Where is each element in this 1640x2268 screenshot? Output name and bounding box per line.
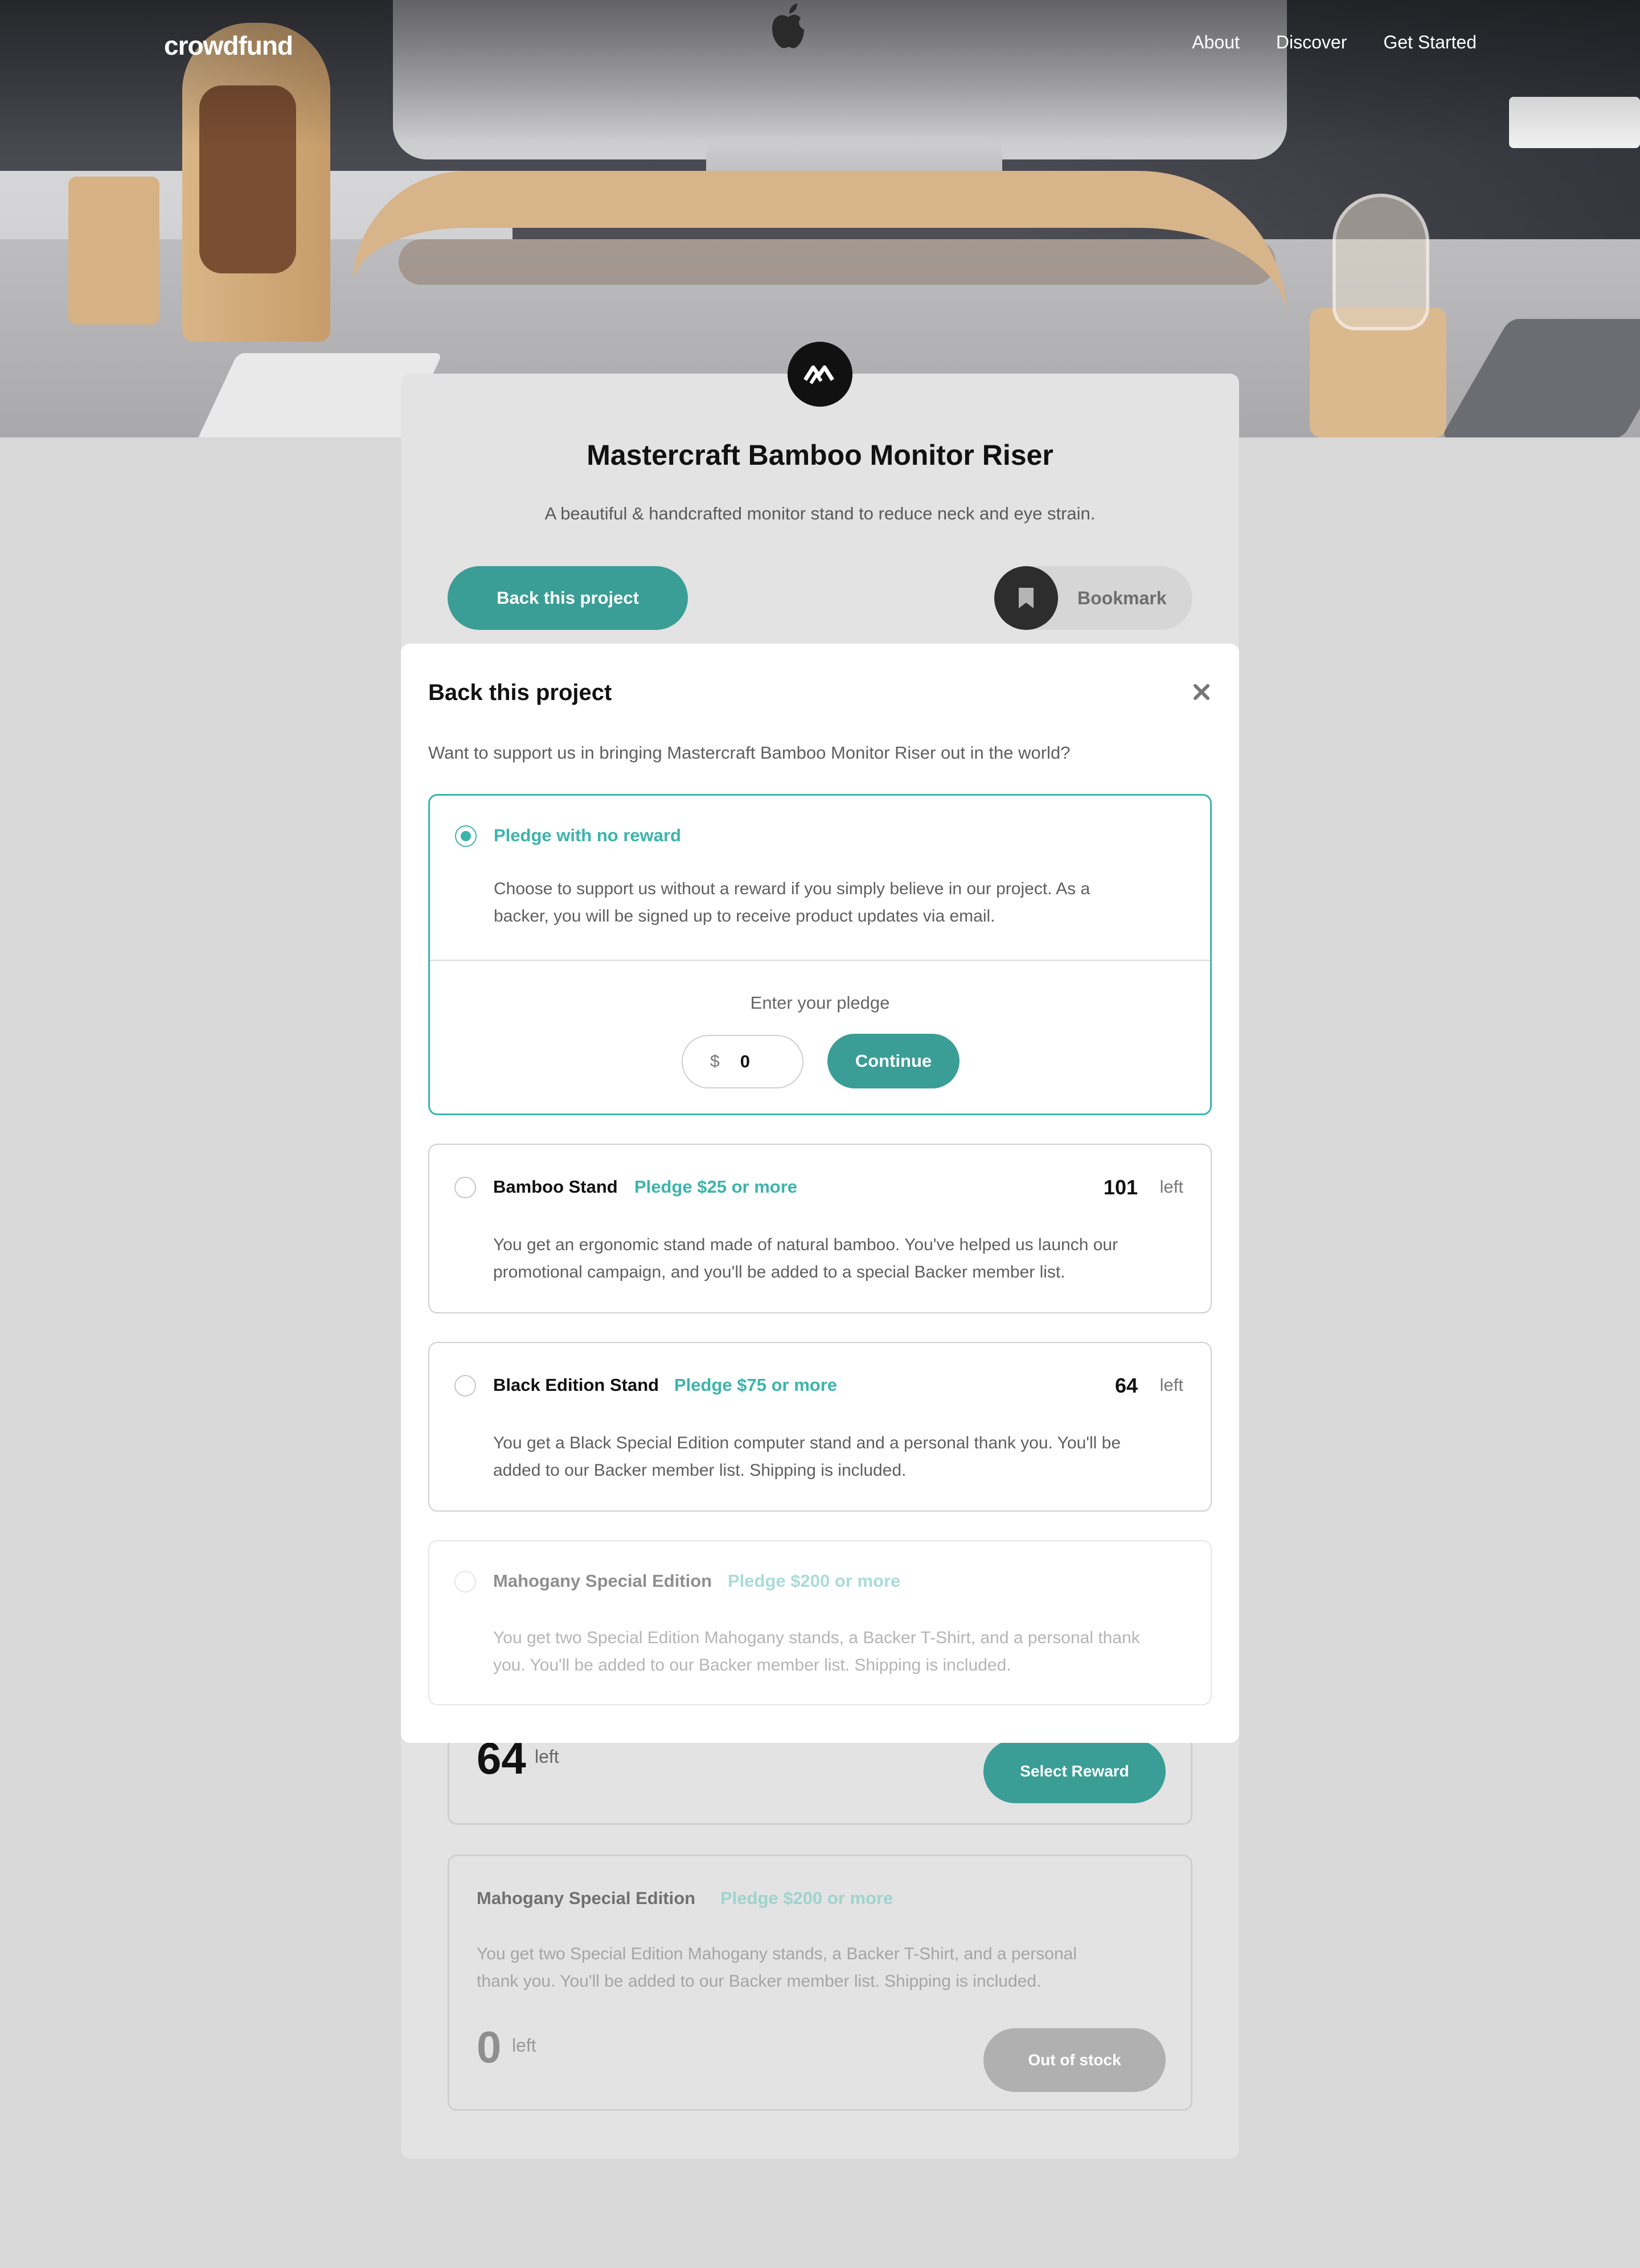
project-description: A beautiful & handcrafted monitor stand …	[544, 503, 1096, 523]
radio-no-reward[interactable]	[455, 825, 477, 847]
option-bamboo-stand[interactable]: Bamboo Stand Pledge $25 or more 101 left…	[428, 1144, 1212, 1313]
apple-logo-icon	[772, 3, 804, 48]
nav-about[interactable]: About	[1192, 32, 1240, 53]
continue-button[interactable]: Continue	[827, 1034, 960, 1088]
bg-reward-pledge: Pledge $200 or more	[720, 1888, 893, 1908]
pledge-divider	[430, 960, 1210, 961]
select-reward-button[interactable]: Select Reward	[983, 1739, 1166, 1803]
bg-reward-count: 0	[477, 2022, 502, 2072]
currency-symbol: $	[710, 1052, 720, 1071]
bg-reward-name: Mahogany Special Edition	[477, 1888, 696, 1908]
bg-reward-left-label: left	[512, 2035, 536, 2056]
option-count: 101	[1103, 1176, 1138, 1199]
option-mahogany: Mahogany Special Edition Pledge $200 or …	[428, 1540, 1212, 1705]
option-description: You get a Black Special Edition computer…	[493, 1434, 1121, 1480]
option-black-edition[interactable]: Black Edition Stand Pledge $75 or more 6…	[428, 1342, 1212, 1512]
pledge-amount-field[interactable]: $	[682, 1035, 803, 1088]
main-nav: About Discover Get Started	[1192, 32, 1477, 53]
option-name: Pledge with no reward	[494, 825, 681, 845]
option-name: Mahogany Special Edition	[493, 1571, 712, 1591]
out-of-stock-button: Out of stock	[983, 2028, 1166, 2092]
site-logo[interactable]: crowdfund	[164, 28, 293, 63]
option-left-label: left	[1159, 1375, 1183, 1395]
option-name: Black Edition Stand	[493, 1375, 659, 1395]
mastercraft-logo-icon	[788, 342, 852, 407]
option-pledge: Pledge $75 or more	[674, 1375, 838, 1395]
option-pledge: Pledge $200 or more	[728, 1571, 901, 1591]
enter-pledge-label: Enter your pledge	[750, 993, 890, 1013]
nav-discover[interactable]: Discover	[1276, 32, 1347, 53]
option-description: You get two Special Edition Mahogany sta…	[493, 1628, 1140, 1675]
bookmark-button[interactable]: Bookmark	[994, 566, 1192, 630]
option-name: Bamboo Stand	[493, 1177, 618, 1197]
back-project-button[interactable]: Back this project	[448, 566, 688, 630]
back-project-modal: Back this project Want to support us in …	[401, 644, 1239, 1743]
bookmark-icon	[1019, 588, 1034, 608]
pledge-amount-input[interactable]	[740, 1051, 774, 1072]
bg-reward-left-label: left	[535, 1746, 559, 1767]
option-pledge: Pledge $25 or more	[634, 1177, 798, 1197]
modal-intro: Want to support us in bringing Mastercra…	[428, 743, 1071, 763]
radio-bamboo-stand[interactable]	[454, 1177, 476, 1198]
option-no-reward[interactable]: Pledge with no reward Choose to support …	[428, 794, 1212, 1115]
option-count: 64	[1114, 1374, 1138, 1397]
option-description: You get an ergonomic stand made of natur…	[493, 1235, 1118, 1282]
radio-black-edition[interactable]	[454, 1375, 476, 1397]
project-title: Mastercraft Bamboo Monitor Riser	[587, 439, 1053, 471]
nav-get-started[interactable]: Get Started	[1383, 32, 1477, 53]
close-icon[interactable]	[1189, 679, 1214, 704]
radio-mahogany	[454, 1571, 476, 1592]
modal-title: Back this project	[428, 680, 612, 705]
bookmark-label: Bookmark	[1077, 587, 1167, 608]
option-description: Choose to support us without a reward if…	[494, 879, 1090, 926]
bg-reward-mahogany: Mahogany Special Edition Pledge $200 or …	[448, 1854, 1192, 2111]
option-left-label: left	[1159, 1177, 1183, 1197]
bg-reward-description: You get two Special Edition Mahogany sta…	[477, 1944, 1077, 1991]
